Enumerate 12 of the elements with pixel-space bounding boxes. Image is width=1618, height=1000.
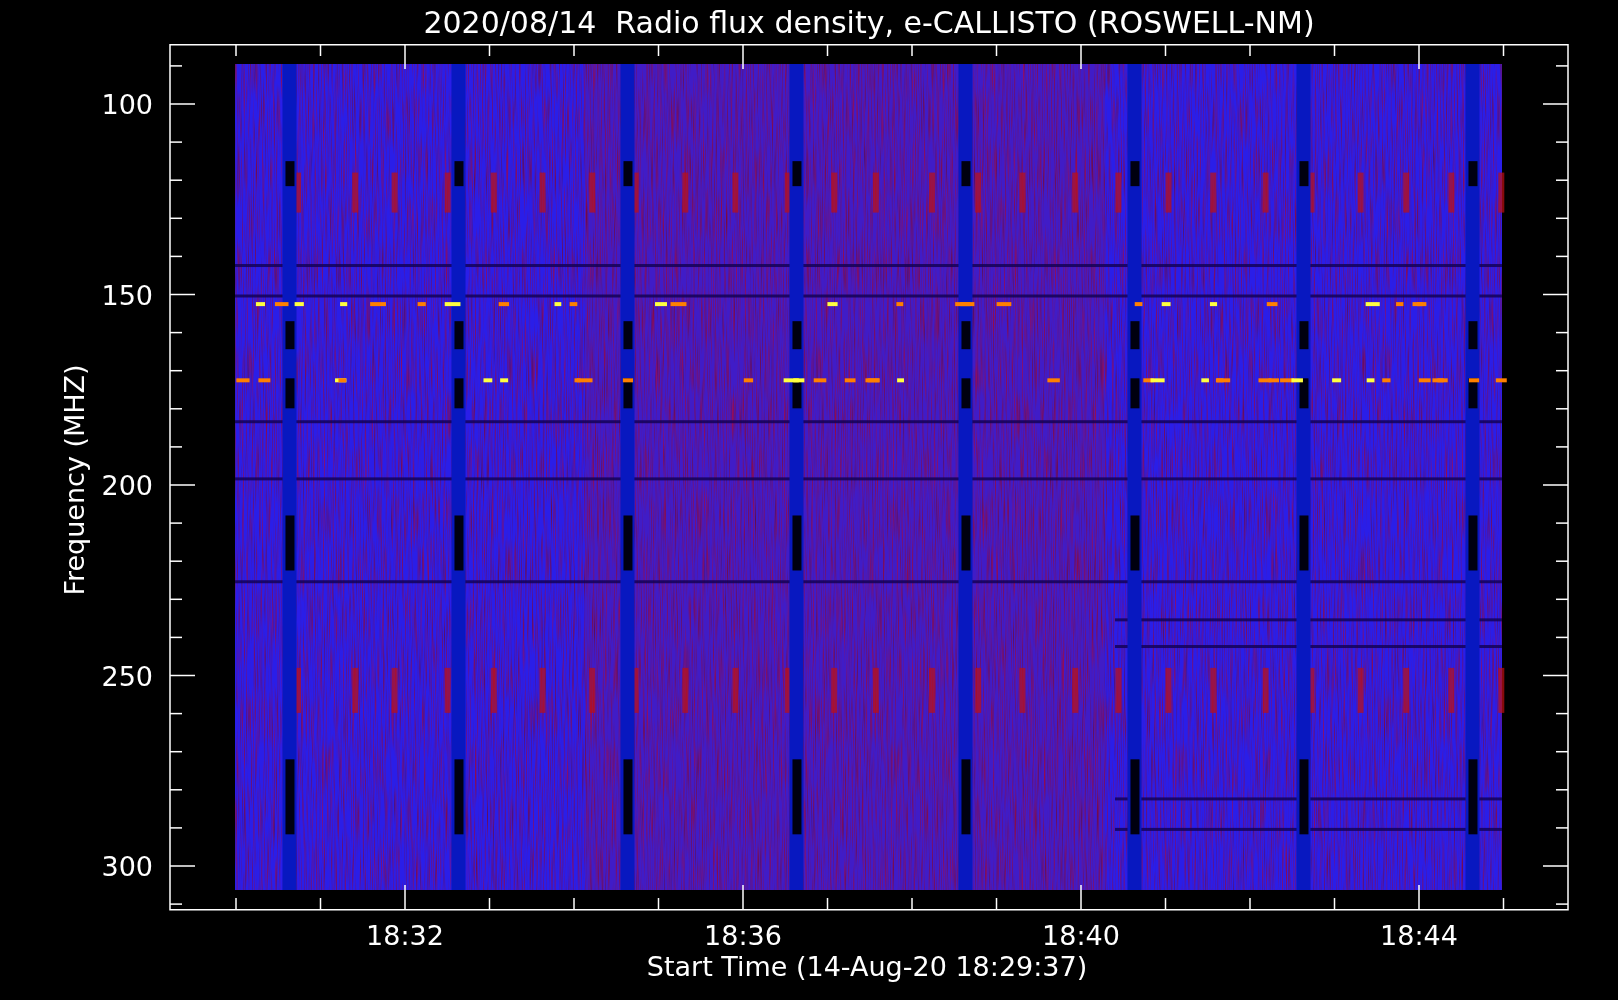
x-axis-title: Start Time (14-Aug-20 18:29:37) bbox=[646, 951, 1088, 982]
x-tick-label: 18:32 bbox=[366, 920, 444, 951]
chart-title: 2020/08/14 Radio flux density, e-CALLISTO (ROSWELL-NM) bbox=[422, 3, 1316, 42]
x-tick-label: 18:44 bbox=[1380, 920, 1458, 951]
y-tick-label: 200 bbox=[101, 470, 153, 501]
x-tick-label: 18:36 bbox=[704, 920, 782, 951]
y-axis-title: Frequency (MHZ) bbox=[59, 364, 90, 596]
y-tick-label: 300 bbox=[101, 851, 153, 882]
y-tick-label: 250 bbox=[101, 660, 153, 692]
y-tick-label: 100 bbox=[101, 89, 153, 120]
y-tick-label: 150 bbox=[101, 279, 153, 311]
x-tick-label: 18:40 bbox=[1042, 920, 1120, 951]
